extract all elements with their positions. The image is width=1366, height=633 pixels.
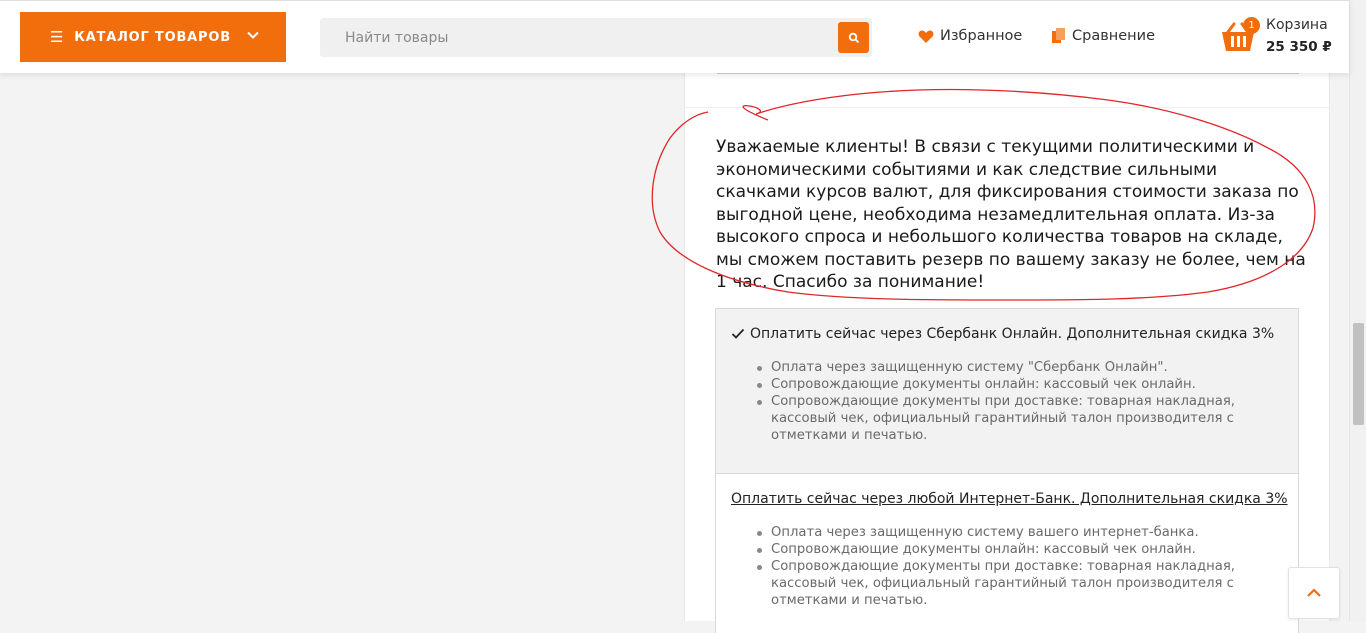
catalog-label: КАТАЛОГ ТОВАРОВ	[74, 29, 231, 45]
list-item: Сопровождающие документы онлайн: кассовы…	[757, 376, 1271, 393]
favorites-label: Избранное	[940, 28, 1023, 44]
list-item: Оплата через защищенную систему вашего и…	[757, 524, 1271, 541]
page-scrollbar[interactable]	[1349, 0, 1366, 621]
search-icon	[848, 32, 860, 44]
payment-option-details: Оплата через защищенную систему "Сбербан…	[757, 359, 1271, 444]
cart-total: 25 350 ₽	[1266, 39, 1332, 55]
compare-icon	[1052, 28, 1066, 44]
list-item: Сопровождающие документы при доставке: т…	[757, 393, 1271, 444]
list-item: Оплата через защищенную систему "Сбербан…	[757, 359, 1271, 376]
compare-link[interactable]: Сравнение	[1052, 28, 1155, 44]
catalog-button[interactable]: ☰ КАТАЛОГ ТОВАРОВ	[20, 12, 286, 62]
list-item: Сопровождающие документы при доставке: т…	[757, 558, 1271, 609]
search-input[interactable]	[320, 18, 800, 57]
divider	[685, 107, 1329, 108]
cart-count-badge: 1	[1243, 17, 1260, 34]
cart-label: Корзина	[1266, 17, 1328, 33]
favorites-link[interactable]: Избранное	[918, 28, 1022, 44]
scroll-to-top-button[interactable]	[1288, 567, 1340, 619]
scrollbar-thumb[interactable]	[1353, 323, 1364, 425]
payment-option-title[interactable]: Оплатить сейчас через любой Интернет-Бан…	[731, 491, 1288, 507]
payment-option-internet-bank[interactable]: Оплатить сейчас через любой Интернет-Бан…	[715, 473, 1299, 633]
menu-icon: ☰	[50, 28, 65, 46]
checkmark-icon	[731, 328, 745, 340]
arrow-up-icon	[1306, 588, 1322, 598]
payment-option-details: Оплата через защищенную систему вашего и…	[757, 524, 1271, 609]
payment-option-label: Оплатить сейчас через Сбербанк Онлайн. Д…	[750, 326, 1275, 342]
search-box	[320, 18, 872, 57]
payment-option-sberbank[interactable]: Оплатить сейчас через Сбербанк Онлайн. Д…	[715, 308, 1299, 474]
payment-notice: Уважаемые клиенты! В связи с текущими по…	[716, 137, 1306, 292]
payment-option-title[interactable]: Оплатить сейчас через Сбербанк Онлайн. Д…	[731, 326, 1274, 342]
list-item: Сопровождающие документы онлайн: кассовы…	[757, 541, 1271, 558]
chevron-down-icon	[246, 28, 260, 46]
search-button[interactable]	[838, 22, 869, 53]
site-header: ☰ КАТАЛОГ ТОВАРОВ Избранное Сравнение	[0, 0, 1349, 73]
payment-option-label: Оплатить сейчас через любой Интернет-Бан…	[731, 491, 1288, 507]
divider	[717, 73, 1299, 74]
heart-icon	[918, 29, 934, 44]
cart-link[interactable]: 1 Корзина 25 350 ₽	[1219, 15, 1349, 63]
compare-label: Сравнение	[1072, 28, 1155, 44]
